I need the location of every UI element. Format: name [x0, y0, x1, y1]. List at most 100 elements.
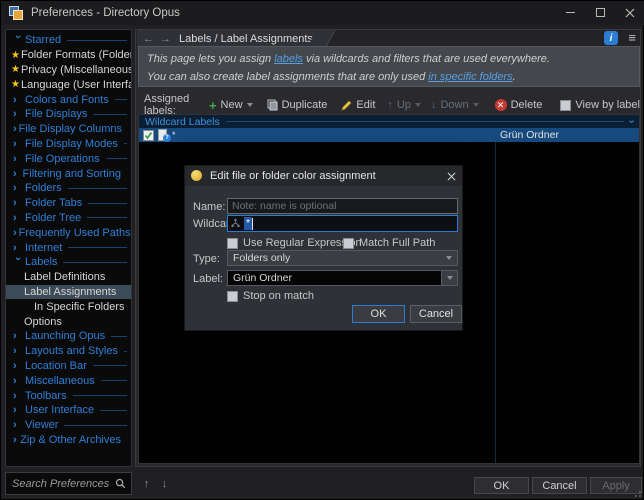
new-button[interactable]: + New [209, 98, 253, 113]
back-icon[interactable]: ← [143, 33, 154, 45]
cancel-button[interactable]: Cancel [532, 477, 587, 494]
dialog-title: Edit file or folder color assignment [210, 170, 440, 182]
sidebar-item-label: Folder Tree [25, 212, 81, 224]
chevron-right-icon: › [13, 435, 18, 445]
delete-icon: ✕ [495, 99, 507, 111]
search-prev-button[interactable]: ↑ [139, 475, 154, 492]
sidebar-item-user-interface[interactable]: ›User Interface [6, 403, 131, 418]
sidebar-item-frequently-used-paths[interactable]: ›Frequently Used Paths [6, 225, 131, 240]
title-bar[interactable]: Preferences - Directory Opus [1, 1, 644, 25]
chevron-right-icon: › [13, 420, 23, 430]
use-regex-checkbox[interactable]: Use Regular Expression [227, 237, 362, 249]
sidebar-item-file-display-modes[interactable]: ›File Display Modes [6, 137, 131, 152]
sidebar-item-internet[interactable]: ›Internet [6, 240, 131, 255]
sidebar-item-privacy-miscellaneous[interactable]: ★Privacy (Miscellaneous) [6, 63, 131, 78]
label-assignment-row[interactable]: ? * Grün Ordner [139, 128, 639, 142]
dialog-ok-button[interactable]: OK [352, 305, 405, 323]
sidebar-item-label: User Interface [25, 404, 94, 416]
info-icon[interactable]: i [604, 31, 618, 45]
labels-link[interactable]: labels [274, 53, 303, 65]
sidebar-item-toolbars[interactable]: ›Toolbars [6, 388, 131, 403]
sidebar-item-launching-opus[interactable]: ›Launching Opus [6, 329, 131, 344]
edit-button[interactable]: Edit [341, 99, 375, 111]
sidebar-item-in-specific-folders[interactable]: In Specific Folders [6, 299, 131, 314]
down-arrow-icon: ↓ [162, 478, 168, 490]
sidebar-item-labels[interactable]: ›Labels [6, 255, 131, 270]
sidebar-item-layouts-and-styles[interactable]: ›Layouts and Styles [6, 344, 131, 359]
chevron-down-icon[interactable]: › [626, 120, 637, 123]
name-input[interactable] [227, 198, 458, 214]
menu-icon[interactable]: ≡ [628, 30, 636, 45]
divider-line [73, 395, 127, 396]
chevron-down-icon: › [13, 257, 23, 267]
sidebar-item-language-user-interface[interactable]: ★Language (User Interface) [6, 77, 131, 92]
sidebar-item-zip-other-archives[interactable]: ›Zip & Other Archives [6, 433, 131, 448]
match-full-path-checkbox[interactable]: Match Full Path [343, 237, 435, 249]
divider-line [68, 247, 127, 248]
sidebar-item-label: Frequently Used Paths [19, 227, 131, 239]
down-arrow-icon: ↓ [431, 99, 437, 111]
sidebar-item-label: Layouts and Styles [25, 345, 118, 357]
forward-icon[interactable]: → [160, 33, 171, 45]
label-dropdown[interactable]: Grün Ordner [227, 270, 458, 286]
search-next-button[interactable]: ↓ [157, 475, 172, 492]
chevron-down-icon [441, 251, 457, 265]
wildcard-input[interactable]: * [227, 215, 458, 232]
sidebar-item-label: Folder Tabs [25, 197, 82, 209]
ok-button[interactable]: OK [474, 477, 529, 494]
divider-line [226, 121, 624, 122]
close-icon [625, 8, 635, 18]
sidebar-item-label: Label Assignments [24, 286, 116, 298]
sidebar-item-viewer[interactable]: ›Viewer [6, 418, 131, 433]
delete-button[interactable]: ✕ Delete [495, 99, 543, 111]
search-box[interactable] [5, 472, 132, 495]
minimize-button[interactable] [555, 1, 585, 24]
dialog-title-bar[interactable]: Edit file or folder color assignment [185, 166, 462, 186]
sidebar-item-folder-tabs[interactable]: ›Folder Tabs [6, 196, 131, 211]
down-button[interactable]: ↓ Down [431, 99, 479, 111]
in-specific-folders-link[interactable]: in specific folders [428, 71, 512, 83]
sidebar-item-folder-tree[interactable]: ›Folder Tree [6, 211, 131, 226]
sidebar-item-file-displays[interactable]: ›File Displays [6, 107, 131, 122]
sidebar-item-label-assignments[interactable]: Label Assignments [6, 285, 131, 300]
search-input[interactable] [6, 478, 115, 490]
sidebar-item-folder-formats-folders[interactable]: ★Folder Formats (Folders) [6, 48, 131, 63]
sidebar-item-file-operations[interactable]: ›File Operations [6, 151, 131, 166]
sidebar-item-colors-and-fonts[interactable]: ›Colors and Fonts [6, 92, 131, 107]
duplicate-icon [267, 99, 278, 111]
sidebar-item-starred[interactable]: ›Starred [6, 33, 131, 48]
stop-on-match-checkbox[interactable]: Stop on match [227, 290, 314, 302]
chevron-right-icon: › [13, 109, 23, 119]
dialog-close-button[interactable] [440, 167, 462, 185]
sidebar-item-options[interactable]: Options [6, 314, 131, 329]
sidebar-item-file-display-columns[interactable]: ›File Display Columns [6, 122, 131, 137]
divider-line [67, 40, 127, 41]
view-by-label-checkbox[interactable]: View by label [560, 99, 640, 111]
close-button[interactable] [615, 1, 644, 24]
plus-icon: + [209, 98, 217, 113]
dialog-cancel-button[interactable]: Cancel [410, 305, 462, 323]
edit-color-assignment-dialog: Edit file or folder color assignment Nam… [184, 165, 463, 331]
duplicate-button[interactable]: Duplicate [267, 99, 328, 111]
sidebar-item-label: File Operations [25, 153, 100, 165]
divider-line [87, 217, 127, 218]
type-label: Type: [193, 253, 220, 265]
row-checkbox-checked[interactable] [143, 130, 154, 141]
resize-grip[interactable] [635, 491, 641, 497]
wildcard-value: * [244, 217, 252, 230]
up-button[interactable]: ↑ Up [387, 99, 421, 111]
sidebar-item-folders[interactable]: ›Folders [6, 181, 131, 196]
maximize-button[interactable] [585, 1, 615, 24]
sidebar-item-label: Privacy (Miscellaneous) [21, 64, 132, 76]
type-dropdown[interactable]: Folders only [227, 250, 458, 266]
file-question-icon: ? [158, 129, 169, 141]
sidebar-item-label-definitions[interactable]: Label Definitions [6, 270, 131, 285]
sidebar-item-filtering-and-sorting[interactable]: ›Filtering and Sorting [6, 166, 131, 181]
chevron-right-icon: › [13, 169, 21, 179]
chevron-right-icon: › [13, 139, 23, 149]
wildcard-labels-group-header[interactable]: Wildcard Labels › [139, 115, 639, 128]
chevron-down-icon [415, 103, 421, 107]
sidebar-item-miscellaneous[interactable]: ›Miscellaneous [6, 373, 131, 388]
sidebar-item-location-bar[interactable]: ›Location Bar [6, 359, 131, 374]
row-wildcard-value: * [172, 130, 176, 140]
